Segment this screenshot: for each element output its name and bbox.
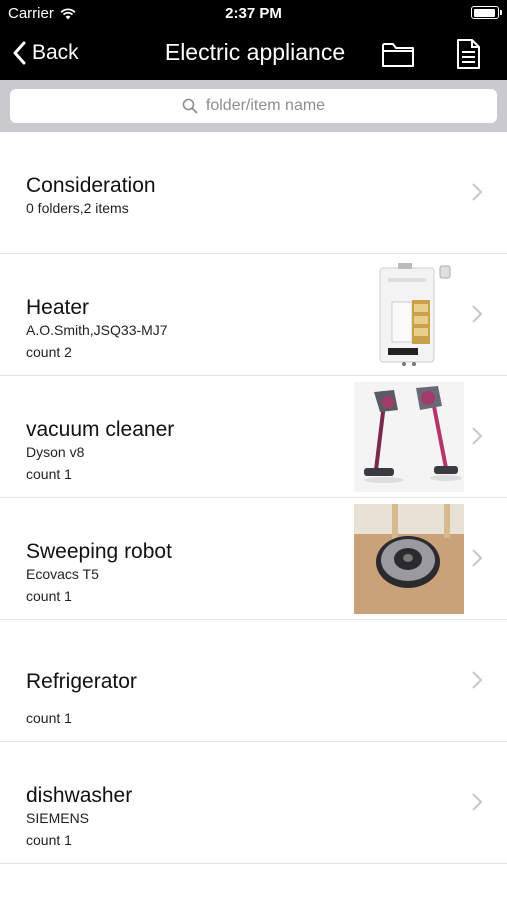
- chevron-right-icon: [472, 183, 483, 201]
- status-bar: Carrier 2:37 PM: [0, 0, 507, 28]
- list-item-consideration[interactable]: Consideration 0 folders,2 items: [0, 132, 507, 254]
- list-item-refrigerator[interactable]: Refrigerator count 1: [0, 620, 507, 742]
- item-title: dishwasher: [26, 784, 133, 807]
- search-placeholder: folder/item name: [205, 97, 326, 114]
- list-item-vacuum-cleaner[interactable]: vacuum cleaner Dyson v8 count 1: [0, 376, 507, 498]
- stick-vacuum-image: [354, 382, 464, 492]
- item-subtitle: Dyson v8: [26, 444, 85, 460]
- document-button[interactable]: [450, 37, 486, 71]
- status-time: 2:37 PM: [225, 5, 282, 22]
- search-icon: [182, 98, 198, 114]
- item-count: count 1: [26, 832, 72, 848]
- chevron-right-icon: [472, 305, 483, 323]
- page-title: Electric appliance: [164, 39, 346, 65]
- item-title: vacuum cleaner: [26, 418, 175, 441]
- list-item-dishwasher[interactable]: dishwasher SIEMENS count 1: [0, 742, 507, 864]
- item-count: count 2: [26, 344, 72, 360]
- item-list: Consideration 0 folders,2 items Heater A…: [0, 132, 507, 864]
- battery-icon: [471, 6, 502, 19]
- item-title: Sweeping robot: [26, 540, 172, 563]
- search-input[interactable]: folder/item name: [10, 89, 497, 123]
- item-subtitle: SIEMENS: [26, 810, 90, 826]
- water-heater-image: [354, 260, 464, 370]
- item-count: count 1: [26, 710, 72, 726]
- folder-button[interactable]: [380, 37, 416, 71]
- folder-icon: [382, 43, 414, 67]
- chevron-right-icon: [472, 549, 483, 567]
- chevron-right-icon: [472, 793, 483, 811]
- chevron-right-icon: [472, 427, 483, 445]
- chevron-right-icon: [472, 671, 483, 689]
- item-subtitle: 0 folders,2 items: [26, 200, 129, 216]
- back-label: Back: [32, 41, 79, 64]
- item-title: Refrigerator: [26, 670, 137, 693]
- document-icon: [457, 39, 480, 69]
- navigation-bar: Back Electric appliance: [0, 28, 507, 80]
- item-subtitle: A.O.Smith,JSQ33-MJ7: [26, 322, 168, 338]
- list-item-heater[interactable]: Heater A.O.Smith,JSQ33-MJ7 count 2: [0, 254, 507, 376]
- search-bar: folder/item name: [0, 80, 507, 132]
- item-title: Consideration: [26, 174, 156, 197]
- robot-vacuum-image: [354, 504, 464, 614]
- item-count: count 1: [26, 466, 72, 482]
- back-button[interactable]: Back: [12, 38, 79, 68]
- chevron-left-icon: [13, 41, 26, 65]
- item-title: Heater: [26, 296, 90, 319]
- item-count: count 1: [26, 588, 72, 604]
- list-item-sweeping-robot[interactable]: Sweeping robot Ecovacs T5 count 1: [0, 498, 507, 620]
- item-subtitle: Ecovacs T5: [26, 566, 99, 582]
